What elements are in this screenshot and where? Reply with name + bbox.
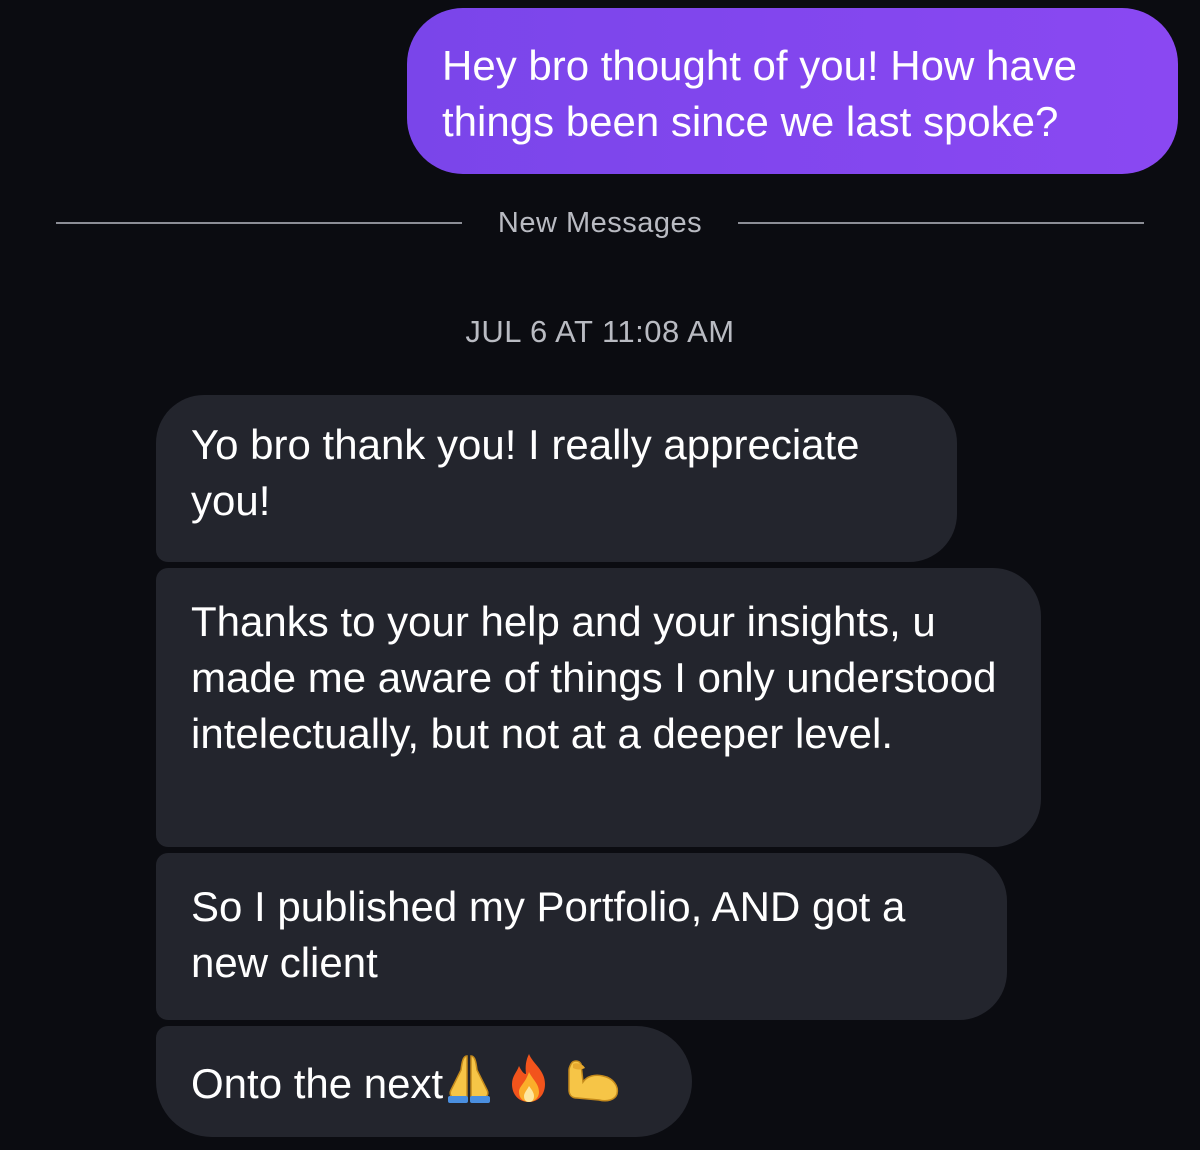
new-messages-label: New Messages	[497, 207, 703, 239]
received-message-bubble[interactable]: Yo bro thank you! I really appreciate yo…	[156, 395, 957, 562]
sent-message-text: Hey bro thought of you! How have things …	[442, 42, 1078, 145]
flexed-biceps-icon	[565, 1056, 621, 1118]
received-message-text: Thanks to your help and your insights, u…	[191, 598, 997, 757]
received-message-bubble[interactable]: Thanks to your help and your insights, u…	[156, 568, 1041, 847]
received-message-text: Onto the next	[191, 1060, 444, 1107]
folded-hands-icon	[445, 1052, 493, 1118]
fire-icon	[507, 1052, 551, 1118]
message-timestamp: JUL 6 AT 11:08 AM	[465, 314, 735, 349]
sent-message-bubble[interactable]: Hey bro thought of you! How have things …	[407, 8, 1178, 174]
received-message-bubble[interactable]: So I published my Portfolio, AND got a n…	[156, 853, 1007, 1020]
new-messages-divider: New Messages	[56, 204, 1144, 244]
received-message-text: Yo bro thank you! I really appreciate yo…	[191, 421, 860, 524]
divider-line-left	[56, 222, 462, 224]
received-message-text: So I published my Portfolio, AND got a n…	[191, 883, 906, 986]
received-message-bubble[interactable]: Onto the next	[156, 1026, 692, 1137]
divider-line-right	[738, 222, 1144, 224]
